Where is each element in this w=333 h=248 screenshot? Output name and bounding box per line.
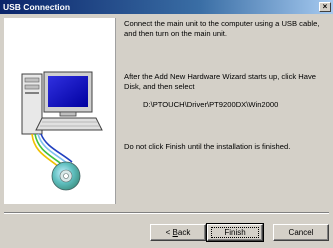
cancel-button[interactable]: Cancel: [273, 224, 329, 241]
back-label-rest: ack: [177, 228, 191, 237]
close-icon: ×: [322, 2, 328, 11]
finish-button[interactable]: Finish: [206, 223, 264, 242]
cd-disc-icon: [51, 161, 81, 191]
separator: [4, 212, 329, 214]
title-bar: USB Connection ×: [0, 0, 333, 14]
cancel-label: Cancel: [288, 228, 314, 237]
instruction-wizard: After the Add New Hardware Wizard starts…: [124, 72, 317, 91]
instruction-connect: Connect the main unit to the computer us…: [124, 19, 320, 38]
driver-path: D:\PTOUCH\Driver\PT9200DX\Win2000: [143, 100, 279, 109]
setup-illustration: [21, 71, 103, 191]
illustration-panel: [4, 18, 116, 204]
computer-icon: [21, 71, 103, 135]
focus-rectangle: [211, 227, 259, 238]
dialog-title: USB Connection: [3, 2, 71, 12]
back-button[interactable]: < Back: [150, 224, 206, 241]
usb-connection-dialog: USB Connection × Connect the main unit t…: [0, 0, 333, 248]
close-button[interactable]: ×: [319, 2, 331, 12]
instruction-finish-note: Do not click Finish until the installati…: [124, 142, 291, 151]
back-label-prefix: <: [165, 228, 173, 237]
